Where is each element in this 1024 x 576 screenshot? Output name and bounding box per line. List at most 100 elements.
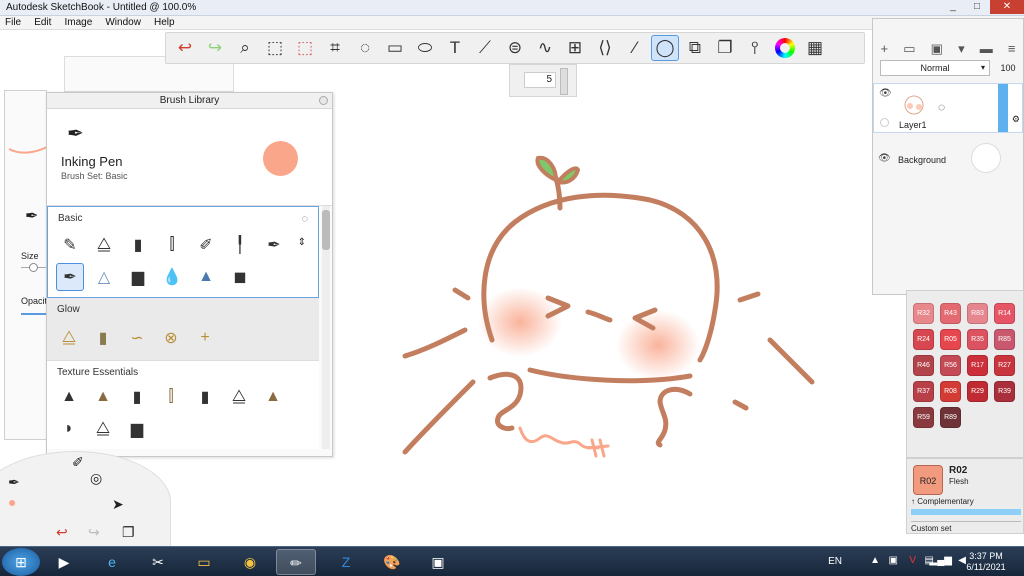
add-layer-icon[interactable]: +	[881, 41, 889, 57]
curve-icon[interactable]: ∿	[531, 35, 559, 61]
background-visibility-eye-icon[interactable]: 👁	[878, 153, 891, 164]
texture-charcoal-icon[interactable]: ▲	[89, 383, 117, 411]
complementary-toggle[interactable]: ↑ Complementary	[911, 497, 974, 506]
texture-ink-icon[interactable]: ⧋	[225, 383, 253, 411]
text-icon[interactable]: T	[441, 35, 469, 61]
color-swatch[interactable]: R46	[913, 355, 934, 376]
color-swatch[interactable]: R83	[967, 303, 988, 324]
lagoon-layers-icon[interactable]: ❐	[122, 524, 135, 541]
marker-brush-icon[interactable]: ⧋	[90, 231, 118, 259]
color-swatch[interactable]: R85	[994, 329, 1015, 350]
scrollbar-thumb[interactable]	[322, 210, 330, 250]
texture-oil-icon[interactable]: ▲	[259, 383, 287, 411]
reorder-icon[interactable]: ⇕	[298, 237, 306, 248]
color-swatch[interactable]: R37	[913, 381, 934, 402]
color-wheel-icon[interactable]	[771, 35, 799, 61]
grid-icon[interactable]: ▦	[801, 35, 829, 61]
color-swatch[interactable]: R43	[940, 303, 961, 324]
color-swatch[interactable]: R14	[994, 303, 1015, 324]
hard-eraser-icon[interactable]: ◼	[226, 263, 254, 291]
ellipse-guide-icon[interactable]: ⊜	[501, 35, 529, 61]
panel-close-dot-icon[interactable]	[319, 96, 328, 105]
photo-viewer-icon[interactable]: ▣	[418, 549, 458, 575]
menu-image[interactable]: Image	[59, 16, 97, 29]
glow-scribble-icon[interactable]: ∽	[123, 324, 151, 352]
perspective-icon[interactable]: ⊞	[561, 35, 589, 61]
color-swatch[interactable]: R59	[913, 407, 934, 428]
opacity-slider[interactable]	[21, 313, 47, 315]
brush-color-swatch[interactable]	[263, 141, 298, 176]
texture-crayon-icon[interactable]: ▮	[191, 383, 219, 411]
folder-icon[interactable]: ▭	[903, 41, 915, 57]
copy-paste-icon[interactable]: ❐	[711, 35, 739, 61]
custom-set-label[interactable]: Custom set	[911, 521, 1021, 533]
layer-row-background[interactable]: 👁 Background	[873, 139, 1023, 179]
color-swatch[interactable]: R08	[940, 381, 961, 402]
brush-set-icon[interactable]: ⫯	[741, 35, 769, 61]
zoom-icon[interactable]: ⌕	[231, 35, 259, 61]
media-player-icon[interactable]: ▶	[44, 549, 84, 575]
layer-options-icon[interactable]: ⚙	[1012, 114, 1020, 125]
chrome-icon[interactable]: ◉	[230, 549, 270, 575]
selected-color-chip[interactable]: R02	[913, 465, 943, 495]
color-swatch[interactable]: R35	[967, 329, 988, 350]
texture-splatter-icon[interactable]: ⧋	[89, 415, 117, 443]
file-explorer-icon[interactable]: ▭	[184, 549, 224, 575]
texture-chalk-icon[interactable]: ▮	[123, 383, 151, 411]
color-swatch[interactable]: R05	[940, 329, 961, 350]
menu-edit[interactable]: Edit	[29, 16, 56, 29]
lagoon-redo-icon[interactable]: ↪	[88, 524, 100, 541]
lagoon-brush-icon[interactable]: ✐	[72, 454, 84, 471]
complementary-bar[interactable]	[911, 509, 1021, 515]
color-swatch[interactable]: R32	[913, 303, 934, 324]
menu-help[interactable]: Help	[149, 16, 180, 29]
minimize-button[interactable]: _	[942, 0, 964, 14]
color-swatch[interactable]: R56	[940, 355, 961, 376]
tray-app-icon[interactable]: ▣	[889, 555, 898, 566]
brush-library-scrollbar[interactable]	[322, 206, 330, 449]
chisel-brush-icon[interactable]: ⫿	[158, 231, 186, 259]
blend-mode-select[interactable]: Normal ▾	[880, 60, 990, 76]
layer-menu-icon[interactable]: ≡	[1008, 41, 1016, 57]
sketchbook-taskbar-icon[interactable]: ✏	[276, 549, 316, 575]
color-swatch[interactable]: R29	[967, 381, 988, 402]
felt-brush-icon[interactable]: ▮	[124, 231, 152, 259]
redo-icon[interactable]: ↪	[201, 35, 229, 61]
maximize-button[interactable]: □	[966, 0, 988, 14]
glow-marker-icon[interactable]: ▮	[89, 324, 117, 352]
lagoon-cursor-icon[interactable]: ➤	[112, 496, 124, 513]
select-icon[interactable]: ⬚	[261, 35, 289, 61]
signal-icon[interactable]: ▂▄▆	[930, 555, 952, 566]
language-indicator[interactable]: EN	[828, 556, 842, 567]
inking-pen-brush-icon[interactable]: ✒	[56, 263, 84, 291]
glow-airbrush-icon[interactable]: ⧋	[55, 324, 83, 352]
undo-icon[interactable]: ↩	[171, 35, 199, 61]
color-swatch[interactable]: R24	[913, 329, 934, 350]
tray-antivirus-icon[interactable]: V	[909, 555, 916, 566]
ballpoint-brush-icon[interactable]: ✐	[192, 231, 220, 259]
background-color-thumbnail[interactable]	[971, 143, 1001, 173]
eraser-brush-icon[interactable]: ▆	[124, 263, 152, 291]
ink-brush-icon[interactable]: ✒	[260, 231, 288, 259]
brush-size-control[interactable]: 5	[509, 64, 577, 97]
merge-layer-icon[interactable]: ▾	[958, 41, 965, 57]
close-button[interactable]: ✕	[990, 0, 1024, 14]
tray-arrow-icon[interactable]: ▲	[870, 555, 880, 566]
ruler-icon[interactable]: ⟋	[471, 35, 499, 61]
layer-lock-dot-icon[interactable]	[880, 118, 889, 127]
image-icon[interactable]: ▣	[931, 41, 943, 57]
shape-icon[interactable]: ⧉	[681, 35, 709, 61]
airbrush-brush-icon[interactable]: △	[90, 263, 118, 291]
zalo-icon[interactable]: Z	[326, 549, 366, 575]
texture-bristle-icon[interactable]: ⫿	[157, 383, 185, 411]
start-button[interactable]: ⊞	[2, 548, 40, 576]
symmetry-icon[interactable]: ⟨⟩	[591, 35, 619, 61]
texture-dab-icon[interactable]: ◗	[55, 415, 83, 443]
snipping-tool-icon[interactable]: ✂	[138, 549, 178, 575]
fine-pen-brush-icon[interactable]: ╿	[226, 231, 254, 259]
brush-size-slider[interactable]	[560, 68, 568, 95]
layer-opacity-value[interactable]: 100	[997, 60, 1019, 76]
brush-size-value[interactable]: 5	[524, 72, 556, 88]
crop-select-icon[interactable]: ⬚	[291, 35, 319, 61]
crop-icon[interactable]: ⌗	[321, 35, 349, 61]
